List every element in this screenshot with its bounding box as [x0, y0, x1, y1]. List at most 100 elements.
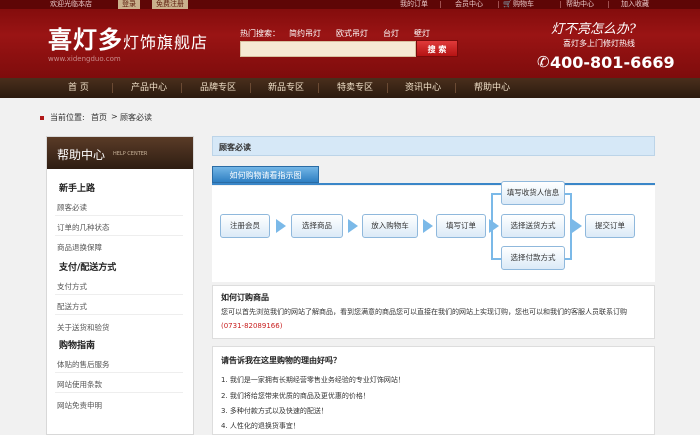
nav-divider	[112, 83, 113, 93]
hot-link[interactable]: 简约吊灯	[289, 28, 321, 39]
sidebar-link-terms[interactable]: 网站使用条款	[57, 379, 102, 390]
flow-arrow-icon	[348, 219, 358, 233]
main-nav: 首 页 产品中心 品牌专区 新品专区 特卖专区 资讯中心 帮助中心	[0, 78, 700, 98]
nav-divider	[387, 83, 388, 93]
logo-brand: 喜灯多	[48, 26, 123, 54]
hot-link[interactable]: 壁灯	[414, 28, 430, 39]
sidebar-section-title: 支付/配送方式	[59, 263, 117, 273]
sidebar-link-after-sales[interactable]: 体贴的售后服务	[57, 359, 110, 370]
help-center-link[interactable]: 帮助中心	[566, 0, 594, 9]
site-logo[interactable]: 喜灯多灯饰旗舰店	[48, 20, 208, 55]
my-orders-link[interactable]: 我的订单	[400, 0, 428, 9]
hot-link[interactable]: 台灯	[383, 28, 399, 39]
hot-search-label: 热门搜索：	[240, 29, 280, 38]
service-phone: (0731-82089166)	[221, 322, 283, 330]
phone-icon: ✆	[537, 53, 550, 71]
list-item: 1. 我们是一家拥有长期经营零售业务经验的专业灯饰网站！	[221, 376, 405, 384]
content-title-bar: 顾客必读	[212, 136, 655, 156]
search-input[interactable]	[240, 41, 416, 57]
logo-suffix: 灯饰旗舰店	[123, 33, 209, 52]
nav-divider	[250, 83, 251, 93]
list-item: 4. 人性化的退换货事宜！	[221, 422, 300, 430]
breadcrumb-current: 顾客必读	[120, 113, 152, 122]
flow-connector	[491, 193, 501, 195]
sidebar-link-payment[interactable]: 支付方式	[57, 281, 87, 292]
divider	[55, 294, 183, 295]
cart-icon[interactable]: 🛒	[503, 0, 512, 9]
help-sidebar: 帮助中心 HELP CENTER 新手上路 顾客必读 订单的几种状态 商品退换保…	[46, 136, 194, 435]
how-to-order-panel: 如何订购商品 您可以首先浏览我们的网站了解商品，看到您满意的商品您可以直接在我们…	[212, 285, 655, 339]
breadcrumb-home[interactable]: 首页	[91, 112, 107, 123]
breadcrumb-marker-icon	[40, 116, 44, 120]
sidebar-header: 帮助中心 HELP CENTER	[47, 137, 193, 169]
sidebar-link-notice[interactable]: 顾客必读	[57, 202, 87, 213]
sidebar-title-en: HELP CENTER	[113, 151, 148, 157]
list-item: 2. 我们将给您带来优质的商品及更优惠的价格！	[221, 392, 370, 400]
login-button[interactable]: 登录	[118, 0, 140, 9]
flow-step-submit-order: 提交订单	[585, 214, 635, 238]
logo-url: www.xidengduo.com	[48, 55, 121, 63]
nav-home[interactable]: 首 页	[68, 78, 89, 98]
nav-sale[interactable]: 特卖专区	[337, 78, 373, 98]
flow-arrow-icon	[276, 219, 286, 233]
welcome-text: 欢迎光临本店	[50, 0, 92, 8]
nav-brands[interactable]: 品牌专区	[200, 78, 236, 98]
member-center-link[interactable]: 会员中心	[455, 0, 483, 9]
register-button[interactable]: 免费注册	[152, 0, 188, 9]
divider	[55, 215, 183, 216]
flow-arrow-icon	[423, 219, 433, 233]
hot-link[interactable]: 欧式吊灯	[336, 28, 368, 39]
top-bar: 欢迎光临本店 登录 免费注册 我的订单 会员中心 🛒 购物车 帮助中心 加入收藏	[0, 0, 700, 9]
sidebar-section-title: 新手上路	[59, 184, 96, 194]
divider	[55, 372, 183, 373]
search-button[interactable]: 搜 索	[416, 40, 458, 57]
nav-help[interactable]: 帮助中心	[474, 78, 510, 98]
divider	[560, 1, 561, 8]
flow-step-fill-order: 填写订单	[436, 214, 486, 238]
sidebar-link-returns[interactable]: 商品退换保障	[57, 242, 102, 253]
nav-divider	[318, 83, 319, 93]
cart-link[interactable]: 购物车	[513, 0, 534, 9]
breadcrumb-label: 当前位置:	[50, 113, 85, 122]
panel-text: 您可以首先浏览我们的网站了解商品，看到您满意的商品您可以直接在我们的网站上实现订…	[221, 308, 627, 316]
divider	[212, 183, 655, 185]
divider	[498, 1, 499, 8]
flow-connector	[491, 258, 501, 260]
nav-new[interactable]: 新品专区	[268, 78, 304, 98]
reasons-panel: 请告诉我在这里购物的理由好吗？ 1. 我们是一家拥有长期经营零售业务经验的专业灯…	[212, 346, 655, 435]
sidebar-link-disclaimer[interactable]: 网站免责申明	[57, 400, 102, 411]
flow-step-payment-method: 选择付款方式	[501, 246, 565, 270]
flow-step-add-to-cart: 放入购物车	[362, 214, 418, 238]
flow-step-register: 注册会员	[220, 214, 270, 238]
sidebar-link-delivery-check[interactable]: 关于送货和验货	[57, 322, 110, 333]
divider	[55, 392, 183, 393]
site-header: 欢迎光临本店 登录 免费注册 我的订单 会员中心 🛒 购物车 帮助中心 加入收藏…	[0, 0, 700, 78]
divider	[55, 235, 183, 236]
favorites-link[interactable]: 加入收藏	[621, 0, 649, 9]
nav-divider	[455, 83, 456, 93]
tab-how-to-buy[interactable]: 如何购物请看指示图	[212, 166, 319, 183]
hotline-number: 400-801-6669	[550, 53, 675, 72]
panel-heading: 请告诉我在这里购物的理由好吗？	[221, 356, 341, 365]
flow-arrow-icon	[489, 219, 499, 233]
slogan: 灯不亮怎么办?	[551, 22, 636, 37]
flow-step-shipping-method: 选择送货方式	[501, 214, 565, 238]
breadcrumb-arrow: >	[111, 112, 118, 121]
nav-divider	[181, 83, 182, 93]
nav-news[interactable]: 资讯中心	[405, 78, 441, 98]
flow-step-select-product: 选择商品	[291, 214, 343, 238]
divider	[440, 1, 441, 8]
flow-step-receiver-info: 填写收货人信息	[501, 181, 565, 205]
sidebar-section-title: 购物指南	[59, 341, 96, 351]
slogan-sub: 喜灯多上门修灯热线	[563, 39, 635, 48]
list-item: 3. 多种付款方式以及快速的配送！	[221, 407, 328, 415]
nav-products[interactable]: 产品中心	[131, 78, 167, 98]
sidebar-link-shipping[interactable]: 配送方式	[57, 301, 87, 312]
divider	[55, 314, 183, 315]
panel-heading: 如何订购商品	[221, 293, 269, 302]
sidebar-link-order-status[interactable]: 订单的几种状态	[57, 222, 110, 233]
flow-arrow-icon	[572, 219, 582, 233]
sidebar-title: 帮助中心	[57, 148, 106, 162]
page-title: 顾客必读	[219, 143, 251, 152]
divider	[608, 1, 609, 8]
